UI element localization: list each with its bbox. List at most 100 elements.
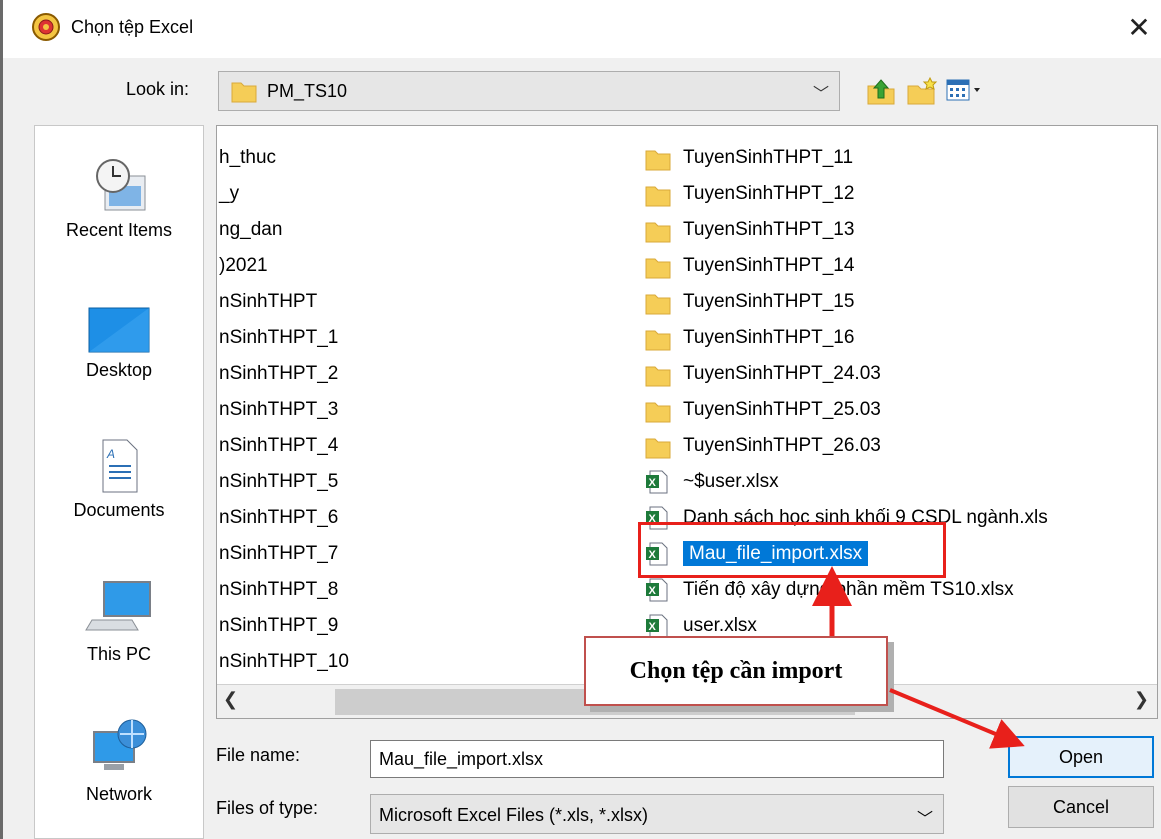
documents-icon: A bbox=[102, 439, 138, 493]
place-desktop[interactable]: Desktop bbox=[35, 304, 203, 381]
look-in-dropdown[interactable]: PM_TS10 ﹀ bbox=[218, 71, 840, 111]
app-icon bbox=[32, 13, 60, 41]
item-label: nSinhTHPT_2 bbox=[219, 363, 339, 384]
item-label: nSinhTHPT_8 bbox=[219, 579, 339, 600]
file-name-input[interactable] bbox=[370, 740, 944, 778]
list-item[interactable]: TuyenSinhTHPT_26.03 bbox=[645, 428, 1048, 464]
window-title: Chọn tệp Excel bbox=[71, 17, 194, 37]
svg-text:X: X bbox=[649, 585, 657, 597]
file-name-label: File name: bbox=[216, 745, 301, 765]
item-label: nSinhTHPT_9 bbox=[219, 615, 339, 636]
look-in-label: Look in: bbox=[126, 79, 190, 99]
scroll-right-icon[interactable]: ❯ bbox=[1134, 689, 1149, 710]
list-item[interactable]: nSinhTHPT_5 bbox=[217, 464, 349, 500]
item-label: nSinhTHPT_1 bbox=[219, 327, 339, 348]
list-item[interactable]: )2021 bbox=[217, 248, 349, 284]
desktop-icon bbox=[88, 307, 150, 353]
item-label: nSinhTHPT_3 bbox=[219, 399, 339, 420]
item-label: Tiến độ xây dựng phần mềm TS10.xlsx bbox=[683, 579, 1014, 600]
list-item[interactable]: X ~$user.xlsx bbox=[645, 464, 1048, 500]
folder-icon bbox=[645, 294, 671, 315]
file-list-column-1: h_thuc _y ng_dan )2021 nSinhTHPT nSinhTH… bbox=[217, 140, 349, 680]
item-label: nSinhTHPT_10 bbox=[219, 651, 349, 672]
list-item[interactable]: _y bbox=[217, 176, 349, 212]
folder-icon bbox=[645, 150, 671, 171]
list-item[interactable]: nSinhTHPT_8 bbox=[217, 572, 349, 608]
up-folder-icon[interactable] bbox=[866, 76, 896, 106]
item-label: nSinhTHPT bbox=[219, 291, 318, 312]
place-label: Recent Items bbox=[65, 220, 173, 240]
chevron-down-icon: ﹀ bbox=[812, 86, 829, 103]
place-recent-items[interactable]: Recent Items bbox=[35, 156, 203, 241]
item-label: )2021 bbox=[219, 255, 268, 276]
place-label: Documents bbox=[73, 500, 165, 520]
svg-text:A: A bbox=[106, 447, 115, 461]
places-bar: Recent Items Desktop A Documents This PC bbox=[34, 125, 204, 839]
item-label: ng_dan bbox=[219, 219, 283, 240]
file-type-label: Files of type: bbox=[216, 798, 319, 818]
item-label: TuyenSinhTHPT_25.03 bbox=[683, 399, 881, 420]
item-label: TuyenSinhTHPT_11 bbox=[683, 147, 854, 168]
list-item[interactable]: TuyenSinhTHPT_15 bbox=[645, 284, 1048, 320]
list-item[interactable]: nSinhTHPT_10 bbox=[217, 644, 349, 680]
item-label: TuyenSinhTHPT_14 bbox=[683, 255, 855, 276]
list-item[interactable]: nSinhTHPT_2 bbox=[217, 356, 349, 392]
item-label: h_thuc bbox=[219, 147, 277, 168]
item-label: TuyenSinhTHPT_15 bbox=[683, 291, 855, 312]
list-item[interactable]: TuyenSinhTHPT_13 bbox=[645, 212, 1048, 248]
annotation-label: Chọn tệp cần import bbox=[584, 636, 888, 706]
list-item[interactable]: nSinhTHPT_9 bbox=[217, 608, 349, 644]
open-button[interactable]: Open bbox=[1008, 736, 1154, 778]
list-item[interactable]: TuyenSinhTHPT_12 bbox=[645, 176, 1048, 212]
list-item[interactable]: TuyenSinhTHPT_16 bbox=[645, 320, 1048, 356]
place-this-pc[interactable]: This PC bbox=[35, 578, 203, 665]
cancel-button[interactable]: Cancel bbox=[1008, 786, 1154, 828]
list-item[interactable]: TuyenSinhTHPT_14 bbox=[645, 248, 1048, 284]
list-item[interactable]: nSinhTHPT_3 bbox=[217, 392, 349, 428]
folder-icon bbox=[231, 82, 257, 103]
item-label: nSinhTHPT_6 bbox=[219, 507, 339, 528]
list-item[interactable]: TuyenSinhTHPT_25.03 bbox=[645, 392, 1048, 428]
list-item[interactable]: h_thuc bbox=[217, 140, 349, 176]
item-label: nSinhTHPT_4 bbox=[219, 435, 339, 456]
list-item[interactable]: ng_dan bbox=[217, 212, 349, 248]
folder-icon bbox=[645, 330, 671, 351]
item-label: user.xlsx bbox=[683, 615, 757, 636]
list-item[interactable]: nSinhTHPT_7 bbox=[217, 536, 349, 572]
network-icon bbox=[93, 719, 147, 770]
close-icon[interactable]: ✕ bbox=[1121, 10, 1157, 46]
item-label: nSinhTHPT_5 bbox=[219, 471, 339, 492]
place-label: This PC bbox=[86, 644, 151, 664]
recent-items-icon bbox=[96, 159, 146, 211]
item-label: ~$user.xlsx bbox=[683, 471, 779, 492]
item-label: TuyenSinhTHPT_24.03 bbox=[683, 363, 881, 384]
this-pc-icon bbox=[85, 581, 151, 631]
folder-icon bbox=[645, 222, 671, 243]
list-item[interactable]: nSinhTHPT bbox=[217, 284, 349, 320]
folder-icon bbox=[645, 402, 671, 423]
place-documents[interactable]: A Documents bbox=[35, 438, 203, 521]
place-label: Network bbox=[85, 784, 152, 804]
list-item[interactable]: TuyenSinhTHPT_24.03 bbox=[645, 356, 1048, 392]
list-item[interactable]: nSinhTHPT_1 bbox=[217, 320, 349, 356]
file-type-value: Microsoft Excel Files (*.xls, *.xlsx) bbox=[379, 805, 649, 825]
item-label: TuyenSinhTHPT_12 bbox=[683, 183, 855, 204]
item-label: TuyenSinhTHPT_16 bbox=[683, 327, 855, 348]
window-edge bbox=[0, 0, 3, 839]
look-in-value: PM_TS10 bbox=[267, 81, 348, 101]
list-item[interactable]: TuyenSinhTHPT_11 bbox=[645, 140, 1048, 176]
list-item[interactable]: nSinhTHPT_6 bbox=[217, 500, 349, 536]
item-label: TuyenSinhTHPT_13 bbox=[683, 219, 855, 240]
item-label: _y bbox=[219, 183, 240, 204]
place-network[interactable]: Network bbox=[35, 718, 203, 805]
list-item[interactable]: nSinhTHPT_4 bbox=[217, 428, 349, 464]
view-menu-icon[interactable] bbox=[946, 78, 990, 104]
file-list[interactable]: h_thuc _y ng_dan )2021 nSinhTHPT nSinhTH… bbox=[216, 125, 1158, 719]
place-label: Desktop bbox=[85, 360, 153, 380]
title-bar: Chọn tệp Excel ✕ bbox=[3, 0, 1161, 58]
new-folder-icon[interactable] bbox=[906, 76, 938, 106]
file-type-dropdown[interactable]: Microsoft Excel Files (*.xls, *.xlsx) ﹀ bbox=[370, 794, 944, 834]
scroll-left-icon[interactable]: ❮ bbox=[223, 689, 238, 710]
folder-icon bbox=[645, 186, 671, 207]
item-label: nSinhTHPT_7 bbox=[219, 543, 339, 564]
